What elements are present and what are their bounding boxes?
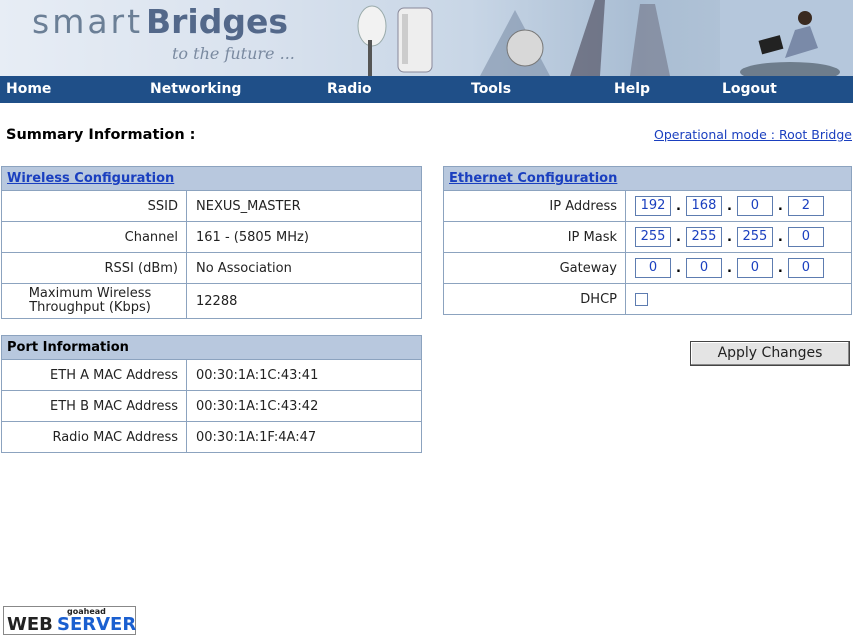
gateway-octet-2[interactable]: 0 [685,258,722,278]
ip-mask-field: 255. 255. 255. 0 [625,221,852,253]
ip-mask-octet-4[interactable]: 0 [787,227,824,247]
banner-equipment-image [357,0,853,76]
logo-tagline: to the future ... [172,44,295,63]
port-info-header: Port Information [1,335,422,360]
page-title: Summary Information : [6,127,196,143]
gateway-octet-4[interactable]: 0 [787,258,824,278]
channel-value: 161 - (5805 MHz) [186,221,422,253]
nav-tools[interactable]: Tools [471,81,511,97]
gateway-octet-3[interactable]: 0 [736,258,773,278]
port-info-table: Port Information ETH A MAC Address 00:30:… [1,335,422,453]
webserver-logo-server-text: SERVER [57,614,137,635]
ip-address-octet-4[interactable]: 2 [787,196,824,216]
ip-address-label: IP Address [443,190,626,222]
rssi-label: RSSI (dBm) [1,252,187,284]
throughput-value: 12288 [186,283,422,319]
radio-mac-label: Radio MAC Address [1,421,187,453]
header-banner: smart Bridges to the future ... [0,0,853,76]
ip-mask-octet-3[interactable]: 255 [736,227,773,247]
nav-home[interactable]: Home [6,81,51,97]
ip-mask-label: IP Mask [443,221,626,253]
radio-mac-value: 00:30:1A:1F:4A:47 [186,421,422,453]
ip-address-octet-1[interactable]: 192 [635,196,671,216]
wireless-config-table: Wireless Configuration SSID NEXUS_MASTER … [1,166,422,319]
throughput-label-line2: Throughput (Kbps) [29,300,151,315]
ip-address-field: 192. 168. 0. 2 [625,190,852,222]
ip-mask-octet-2[interactable]: 255 [685,227,722,247]
wireless-config-header: Wireless Configuration [1,166,422,191]
goahead-webserver-logo[interactable]: goahead WEB SERVER [3,606,136,635]
throughput-label-line1: Maximum Wireless [28,286,152,301]
eth-a-mac-label: ETH A MAC Address [1,359,187,391]
eth-a-mac-value: 00:30:1A:1C:43:41 [186,359,422,391]
eth-b-mac-label: ETH B MAC Address [1,390,187,422]
dhcp-field [625,283,852,315]
webserver-logo-web-text: WEB [7,614,53,635]
wireless-config-link[interactable]: Wireless Configuration [7,171,174,186]
dhcp-label: DHCP [443,283,626,315]
ethernet-config-header: Ethernet Configuration [443,166,852,191]
nav-radio[interactable]: Radio [327,81,372,97]
nav-networking[interactable]: Networking [150,81,241,97]
nav-logout[interactable]: Logout [722,81,777,97]
logo-text-bridges: Bridges [146,2,289,41]
eth-b-mac-value: 00:30:1A:1C:43:42 [186,390,422,422]
gateway-octet-1[interactable]: 0 [635,258,671,278]
ssid-label: SSID [1,190,187,222]
main-nav-bar: Home Networking Radio Tools Help Logout [0,76,853,103]
ethernet-config-link[interactable]: Ethernet Configuration [449,171,617,186]
channel-label: Channel [1,221,187,253]
nav-help[interactable]: Help [614,81,650,97]
ssid-value: NEXUS_MASTER [186,190,422,222]
apply-changes-button[interactable]: Apply Changes [690,341,850,366]
gateway-field: 0.0.0.0 [625,252,852,284]
logo-text-smart: smart [32,2,144,41]
ip-address-octet-2[interactable]: 168 [685,196,722,216]
ip-address-octet-3[interactable]: 0 [736,196,773,216]
ethernet-config-table: Ethernet Configuration IP Address 192. 16… [443,166,852,315]
operational-mode-link[interactable]: Operational mode : Root Bridge [654,127,852,142]
ip-mask-octet-1[interactable]: 255 [635,227,671,247]
throughput-label: Maximum Wireless Throughput (Kbps) [1,283,187,319]
gateway-label: Gateway [443,252,626,284]
rssi-value: No Association [186,252,422,284]
dhcp-checkbox[interactable] [635,292,648,306]
